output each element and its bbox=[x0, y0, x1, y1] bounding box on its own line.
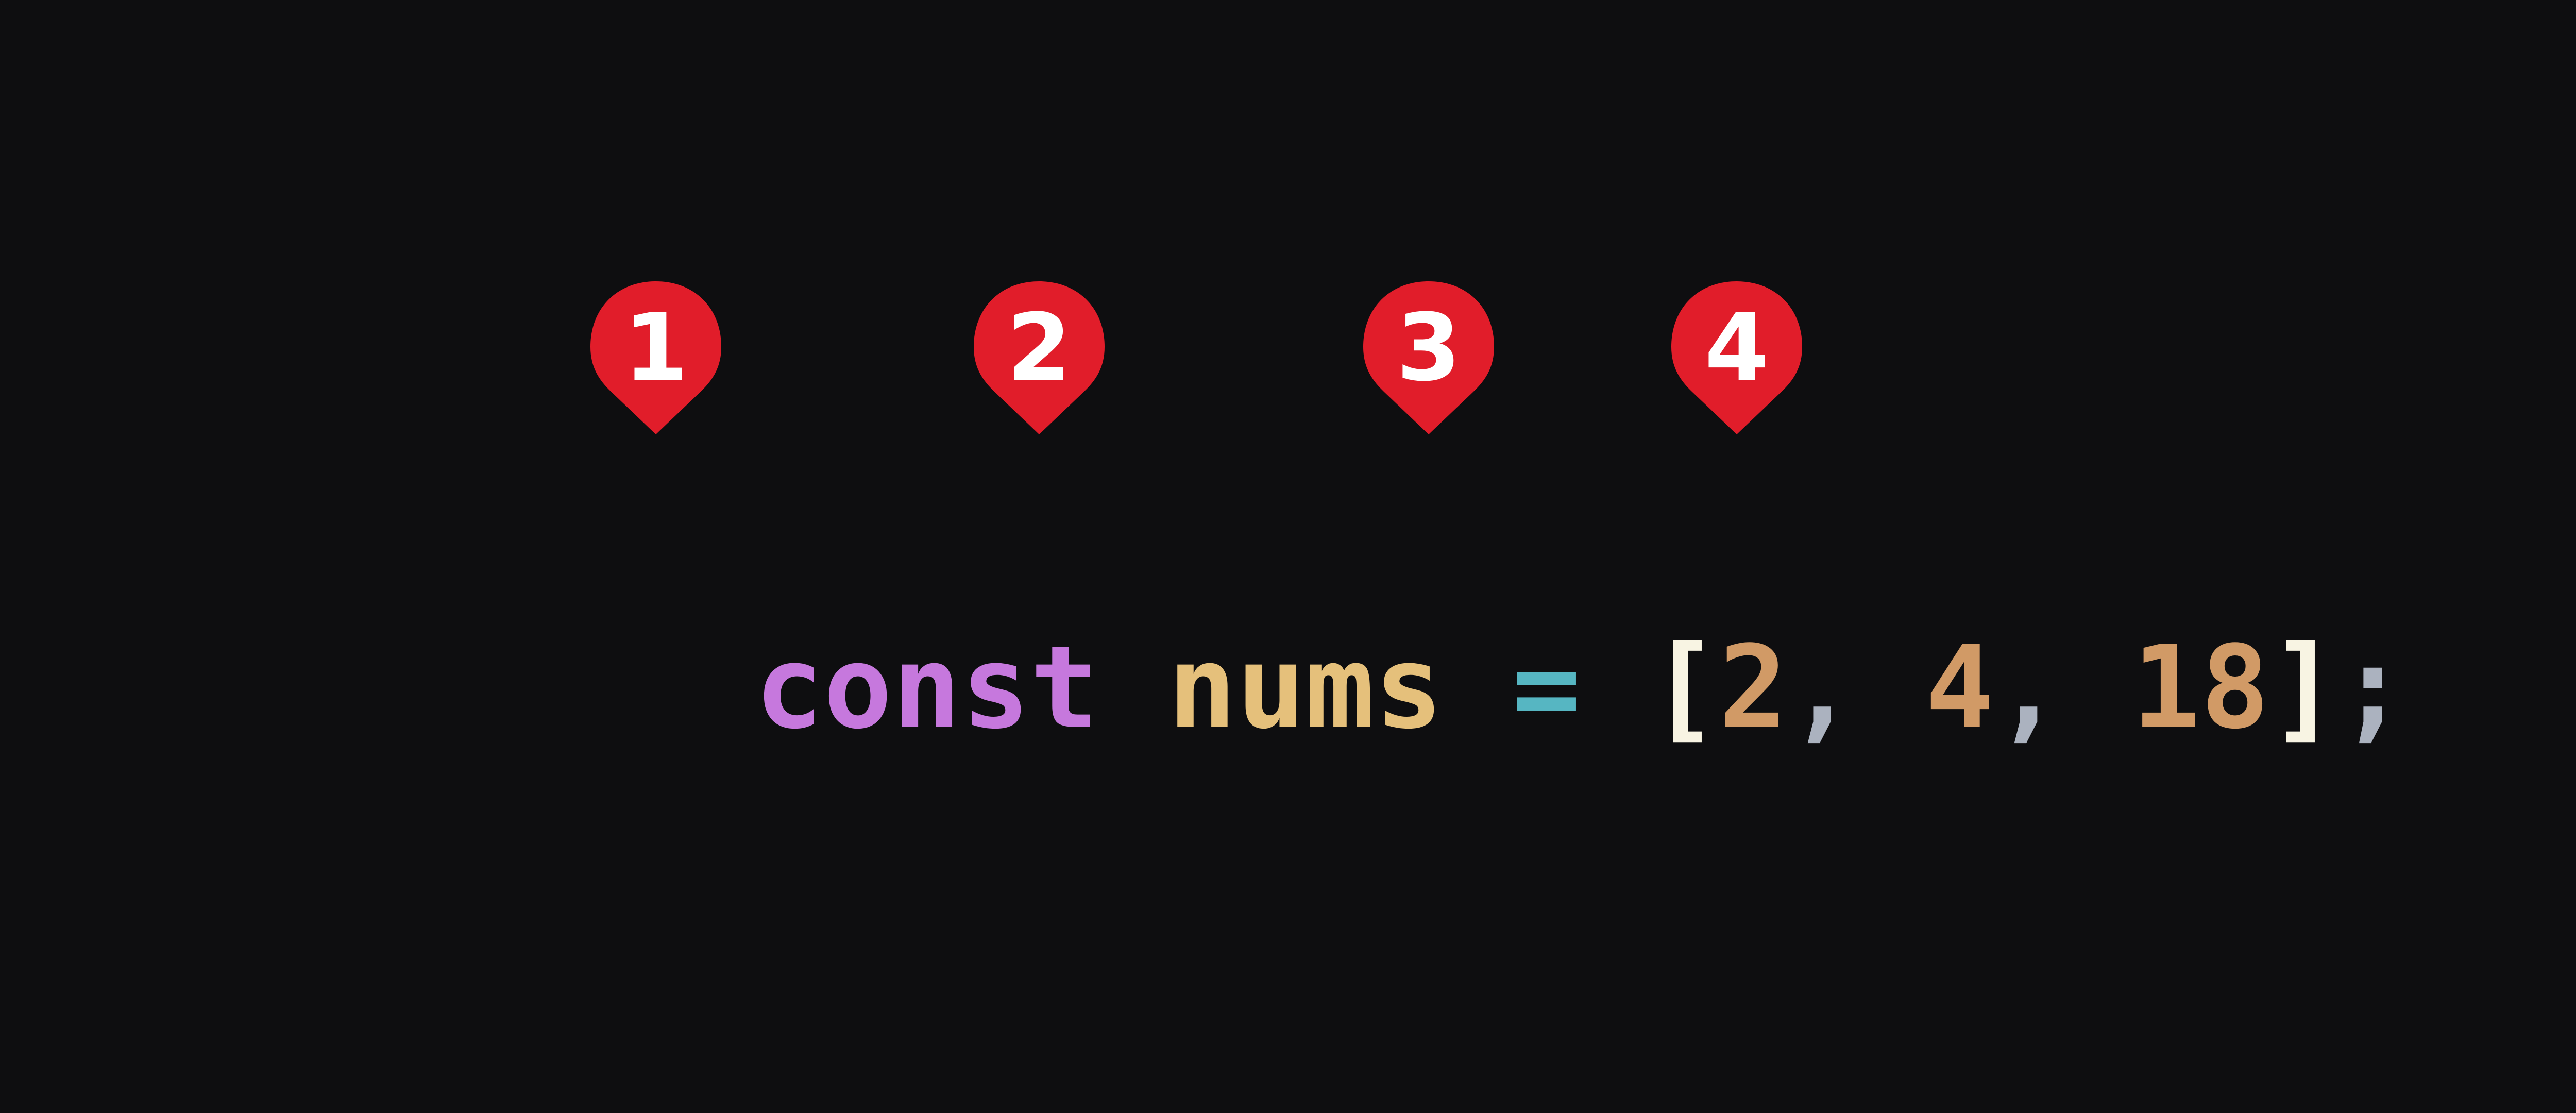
number-literal: 18 bbox=[2131, 621, 2270, 754]
marker-label: 3 bbox=[1396, 294, 1461, 402]
open-bracket: [ bbox=[1650, 621, 1719, 754]
marker-pin-4: 4 bbox=[1667, 277, 1806, 445]
assignment-operator: = bbox=[1512, 621, 1581, 754]
keyword-const: const bbox=[754, 621, 1099, 754]
code-line: const nums = [2, 4, 18]; bbox=[479, 487, 2408, 754]
number-literal: 2 bbox=[1718, 621, 1788, 754]
marker-label: 2 bbox=[1007, 294, 1072, 402]
identifier-nums: nums bbox=[1167, 621, 1444, 754]
number-literal: 4 bbox=[1925, 621, 1994, 754]
marker-pin-2: 2 bbox=[970, 277, 1109, 445]
marker-pin-1: 1 bbox=[586, 277, 725, 445]
marker-label: 1 bbox=[623, 294, 688, 402]
marker-label: 4 bbox=[1704, 294, 1769, 402]
close-bracket: ] bbox=[2269, 621, 2338, 754]
comma: , bbox=[1994, 621, 2063, 754]
canvas: 1 2 3 4 const nums = [2, 4, 18]; bbox=[0, 0, 2576, 1113]
marker-pin-3: 3 bbox=[1359, 277, 1498, 445]
semicolon: ; bbox=[2338, 621, 2408, 754]
comma: , bbox=[1787, 621, 1857, 754]
